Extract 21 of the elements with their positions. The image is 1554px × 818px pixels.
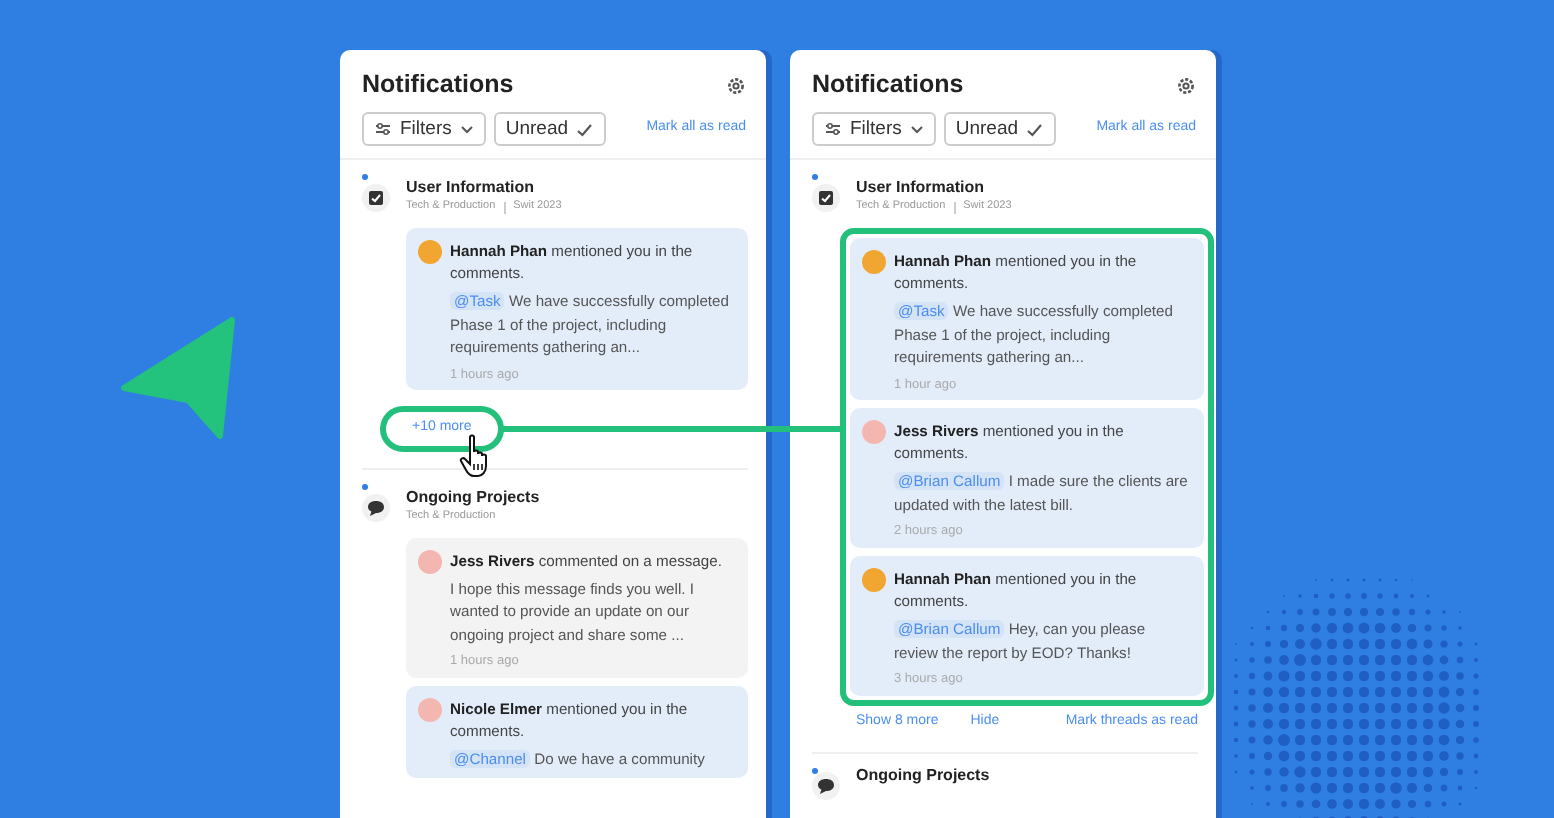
- unread-toggle[interactable]: Unread: [943, 112, 1057, 146]
- task-icon: [362, 184, 390, 212]
- filters-dropdown[interactable]: Filters: [812, 112, 936, 146]
- group-title: Ongoing Projects: [406, 485, 542, 508]
- sliders-icon: [374, 120, 392, 138]
- unread-toggle[interactable]: Unread: [493, 112, 607, 146]
- group-title: User Information: [406, 176, 537, 198]
- caret-icon: [909, 122, 924, 136]
- sliders-icon: [824, 120, 842, 138]
- settings-icon[interactable]: [1176, 75, 1196, 95]
- group-title: User Information: [856, 176, 987, 198]
- panel-title: Notifications: [812, 70, 964, 100]
- chat-bubble-icon: [362, 493, 390, 522]
- chat-bubble-icon: [812, 772, 840, 801]
- group-title: Ongoing Projects: [856, 764, 992, 787]
- filters-dropdown[interactable]: Filters: [362, 112, 486, 146]
- caret-icon: [459, 122, 474, 136]
- panel-title: Notifications: [362, 70, 514, 100]
- task-icon: [812, 184, 840, 212]
- triangle-shape: [120, 316, 240, 440]
- settings-icon[interactable]: [726, 75, 746, 95]
